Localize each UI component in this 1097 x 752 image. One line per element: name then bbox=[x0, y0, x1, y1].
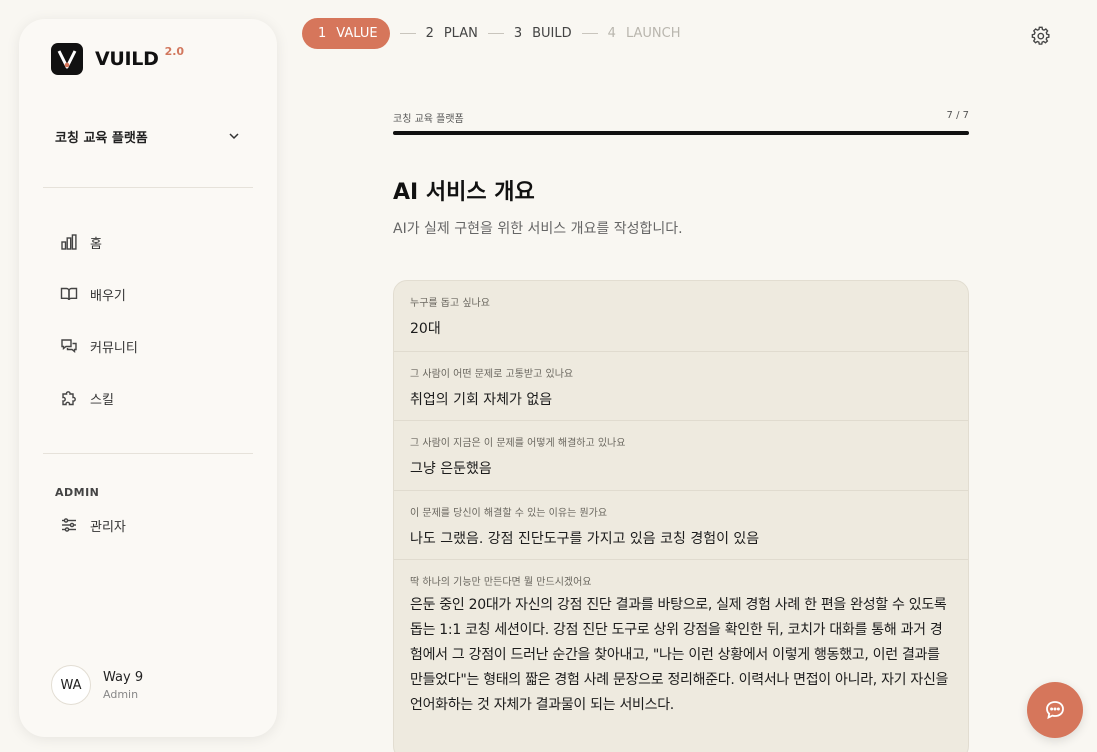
progress-count: 7 / 7 bbox=[946, 110, 969, 121]
step-label: LAUNCH bbox=[625, 26, 681, 41]
step-navigation: 1 VALUE 2 PLAN 3 BUILD 4 LAUNCH bbox=[302, 18, 680, 49]
puzzle-icon bbox=[59, 388, 79, 408]
qa-item[interactable]: 딱 하나의 기능만 만든다면 뭘 만드시겠어요 은둔 중인 20대가 자신의 강… bbox=[394, 560, 968, 718]
qa-question: 딱 하나의 기능만 만든다면 뭘 만드시겠어요 bbox=[410, 577, 592, 588]
sliders-icon bbox=[59, 515, 79, 535]
user-name: Way 9 bbox=[103, 669, 144, 685]
qa-answer: 20대 bbox=[410, 321, 441, 337]
nav-item-label: 홈 bbox=[90, 236, 102, 252]
qa-question: 그 사람이 지금은 이 문제를 어떻게 해결하고 있나요 bbox=[410, 438, 626, 449]
progress-bar-fill bbox=[393, 131, 969, 135]
nav-item-skills[interactable]: 스킬 bbox=[59, 385, 114, 411]
nav-item-home[interactable]: 홈 bbox=[59, 229, 102, 255]
bar-chart-icon bbox=[59, 232, 79, 252]
nav-item-label: 배우기 bbox=[90, 288, 126, 304]
nav-item-community[interactable]: 커뮤니티 bbox=[59, 333, 138, 359]
step-separator bbox=[581, 33, 598, 34]
qa-answer: 나도 그랬음. 강점 진단도구를 가지고 있음 코칭 경험이 있음 bbox=[410, 531, 760, 547]
step-label: VALUE bbox=[336, 26, 378, 41]
divider bbox=[43, 453, 253, 454]
step-separator bbox=[487, 33, 504, 34]
step-number: 2 bbox=[425, 26, 434, 41]
step-number: 1 bbox=[318, 26, 327, 41]
qa-answer: 그냥 은둔했음 bbox=[410, 461, 492, 477]
brand-name: VUILD bbox=[95, 48, 159, 70]
book-icon bbox=[59, 284, 79, 304]
qa-question: 누구를 돕고 싶나요 bbox=[410, 298, 490, 309]
divider bbox=[43, 187, 253, 188]
user-profile[interactable]: WA Way 9 Admin bbox=[51, 665, 143, 705]
progress-label: 코칭 교육 플랫폼 bbox=[393, 114, 464, 125]
qa-item[interactable]: 그 사람이 어떤 문제로 고통받고 있나요 취업의 기회 자체가 없음 bbox=[394, 352, 968, 421]
sidebar: VUILD 2.0 코칭 교육 플랫폼 홈 배우기 커뮤니티 스킬 ADMIN … bbox=[19, 19, 277, 737]
project-selector[interactable]: 코칭 교육 플랫폼 bbox=[55, 125, 241, 147]
user-role: Admin bbox=[103, 687, 139, 701]
step-label: BUILD bbox=[532, 26, 572, 41]
admin-section-title: ADMIN bbox=[55, 486, 100, 499]
nav-item-admin[interactable]: 관리자 bbox=[59, 512, 126, 538]
chevron-down-icon bbox=[229, 133, 239, 140]
nav-item-learn[interactable]: 배우기 bbox=[59, 281, 126, 307]
qa-question: 그 사람이 어떤 문제로 고통받고 있나요 bbox=[410, 369, 574, 380]
step-label: PLAN bbox=[443, 26, 478, 41]
step-launch[interactable]: 4 LAUNCH bbox=[608, 18, 681, 49]
step-number: 4 bbox=[607, 26, 616, 41]
nav-item-label: 스킬 bbox=[90, 392, 114, 408]
page-title: AI 서비스 개요 bbox=[393, 180, 535, 205]
gear-icon[interactable] bbox=[1031, 26, 1051, 46]
qa-item[interactable]: 누구를 돕고 싶나요 20대 bbox=[394, 281, 968, 352]
nav-item-label: 커뮤니티 bbox=[90, 340, 138, 356]
step-number: 3 bbox=[513, 26, 523, 41]
brand-version: 2.0 bbox=[164, 45, 185, 58]
page-subtitle: AI가 실제 구현을 위한 서비스 개요를 작성합니다. bbox=[393, 221, 683, 237]
nav-item-label: 관리자 bbox=[90, 519, 126, 535]
chat-icon bbox=[1046, 701, 1064, 720]
chat-button[interactable] bbox=[1027, 682, 1083, 738]
step-plan[interactable]: 2 PLAN bbox=[426, 18, 478, 49]
project-selector-value: 코칭 교육 플랫폼 bbox=[55, 130, 148, 146]
qa-item[interactable]: 이 문제를 당신이 해결할 수 있는 이유는 뭔가요 나도 그랬음. 강점 진단… bbox=[394, 491, 968, 560]
chat-bubbles-icon bbox=[59, 336, 79, 356]
qa-question: 이 문제를 당신이 해결할 수 있는 이유는 뭔가요 bbox=[410, 508, 608, 519]
qa-item[interactable]: 그 사람이 지금은 이 문제를 어떻게 해결하고 있나요 그냥 은둔했음 bbox=[394, 421, 968, 491]
qa-answer: 취업의 기회 자체가 없음 bbox=[410, 392, 553, 408]
progress-bar bbox=[393, 131, 969, 135]
step-separator bbox=[399, 33, 416, 34]
service-overview-card: 누구를 돕고 싶나요 20대 그 사람이 어떤 문제로 고통받고 있나요 취업의… bbox=[393, 280, 969, 752]
step-build[interactable]: 3 BUILD bbox=[514, 18, 572, 49]
logo-icon bbox=[51, 43, 83, 75]
step-value[interactable]: 1 VALUE bbox=[302, 18, 390, 49]
avatar: WA bbox=[51, 665, 91, 705]
brand-logo[interactable]: VUILD 2.0 bbox=[51, 43, 184, 75]
qa-answer: 은둔 중인 20대가 자신의 강점 진단 결과를 바탕으로, 실제 경험 사례 … bbox=[410, 597, 949, 713]
